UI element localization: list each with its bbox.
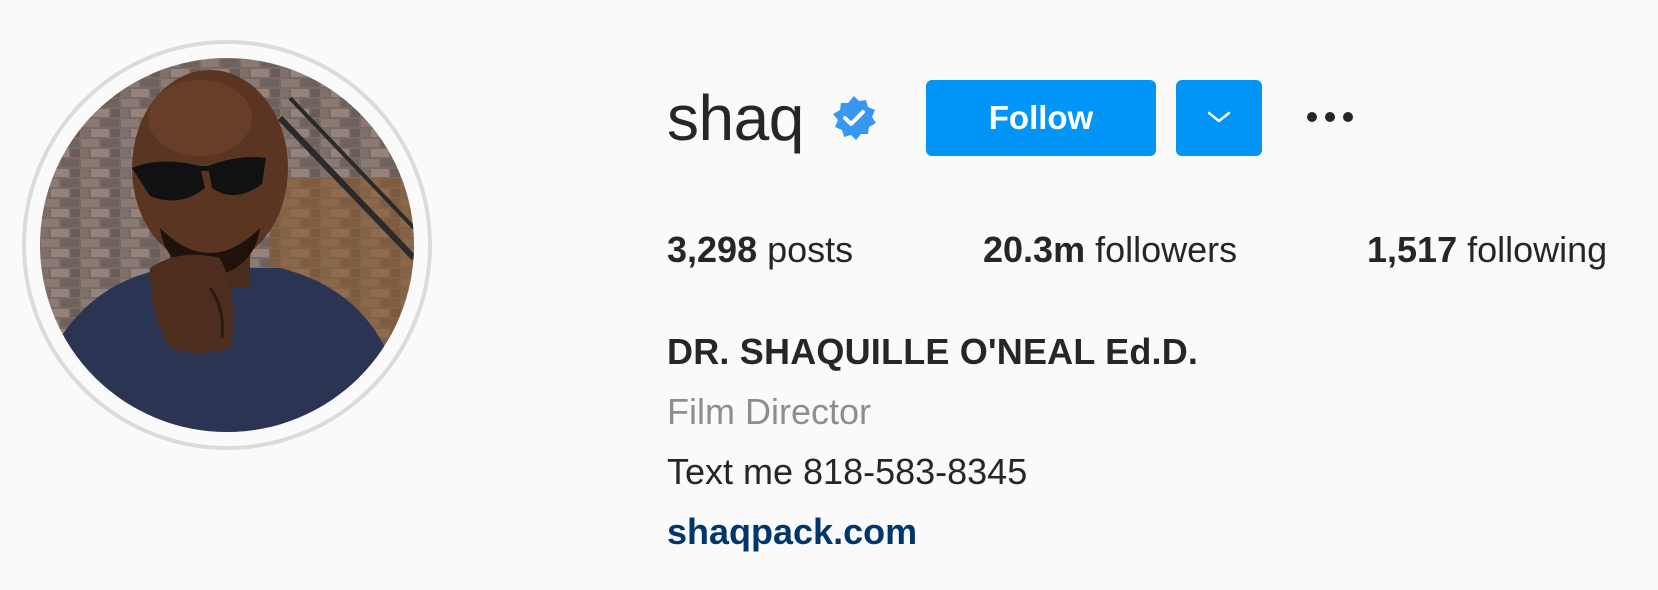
website-link[interactable]: shaqpack.com	[667, 510, 917, 554]
posts-stat: 3,298 posts	[667, 228, 853, 272]
following-count: 1,517	[1367, 229, 1458, 270]
more-options-icon	[1303, 109, 1357, 127]
followers-label: followers	[1095, 229, 1238, 270]
avatar[interactable]	[40, 58, 414, 432]
more-options-button[interactable]	[1300, 96, 1360, 140]
posts-label: posts	[767, 229, 854, 270]
verified-badge-icon	[830, 94, 878, 142]
bio-text: Text me 818-583-8345	[667, 451, 1028, 492]
following-label: following	[1467, 229, 1608, 270]
followers-stat[interactable]: 20.3m followers	[983, 228, 1237, 272]
follow-button[interactable]: Follow	[926, 80, 1156, 156]
posts-count: 3,298	[667, 229, 758, 270]
following-stat[interactable]: 1,517 following	[1367, 228, 1607, 272]
suggested-accounts-dropdown-button[interactable]	[1176, 80, 1262, 156]
chevron-down-icon	[1205, 109, 1233, 128]
followers-count: 20.3m	[983, 229, 1086, 270]
full-name: DR. SHAQUILLE O'NEAL Ed.D.	[667, 331, 1199, 372]
username: shaq	[667, 82, 804, 154]
category: Film Director	[667, 391, 871, 432]
